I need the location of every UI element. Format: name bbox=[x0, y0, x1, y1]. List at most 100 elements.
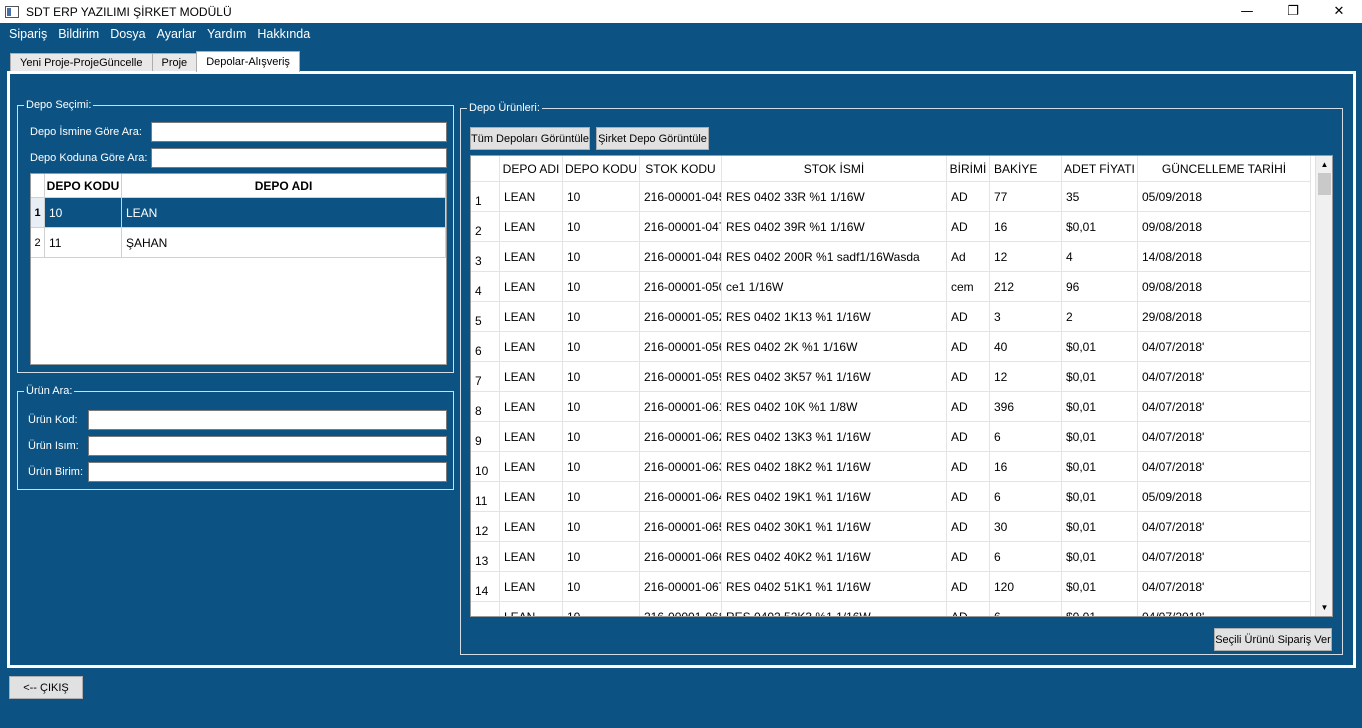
cell-stok-kodu[interactable]: 216-00001-048 bbox=[640, 242, 722, 272]
cell-depo-adi[interactable]: LEAN bbox=[500, 362, 563, 392]
menu-hakkinda[interactable]: Hakkında bbox=[252, 27, 315, 41]
depo-cell-ad[interactable]: ŞAHAN bbox=[122, 228, 446, 258]
row-index[interactable]: 15 bbox=[471, 602, 500, 616]
cell-adet-fiyati[interactable]: $0,01 bbox=[1062, 512, 1138, 542]
depo-grid-header-kod[interactable]: DEPO KODU bbox=[45, 174, 122, 198]
menu-ayarlar[interactable]: Ayarlar bbox=[152, 27, 201, 41]
cell-stok-ismi[interactable]: RES 0402 51K1 %1 1/16W bbox=[722, 572, 947, 602]
cell-stok-ismi[interactable]: RES 0402 33R %1 1/16W bbox=[722, 182, 947, 212]
header-stok-kodu[interactable]: STOK KODU bbox=[640, 156, 722, 182]
cell-birimi[interactable]: AD bbox=[947, 332, 990, 362]
cell-adet-fiyati[interactable]: $0,01 bbox=[1062, 542, 1138, 572]
cell-stok-ismi[interactable]: RES 0402 200R %1 sadf1/16Wasda bbox=[722, 242, 947, 272]
cell-depo-kodu[interactable]: 10 bbox=[563, 362, 640, 392]
cell-stok-kodu[interactable]: 216-00001-068 bbox=[640, 602, 722, 616]
cell-birimi[interactable]: AD bbox=[947, 302, 990, 332]
cell-adet-fiyati[interactable]: $0,01 bbox=[1062, 392, 1138, 422]
exit-button[interactable]: <-- ÇIKIŞ bbox=[9, 676, 83, 699]
cell-guncelleme-tarihi[interactable]: 04/07/2018' bbox=[1138, 452, 1311, 482]
cell-adet-fiyati[interactable]: $0,01 bbox=[1062, 602, 1138, 616]
cell-adet-fiyati[interactable]: $0,01 bbox=[1062, 422, 1138, 452]
cell-bakiye[interactable]: 6 bbox=[990, 602, 1062, 616]
menu-dosya[interactable]: Dosya bbox=[105, 27, 150, 41]
header-bakiye[interactable]: BAKİYE bbox=[990, 156, 1062, 182]
cell-stok-ismi[interactable]: RES 0402 30K1 %1 1/16W bbox=[722, 512, 947, 542]
cell-guncelleme-tarihi[interactable]: 05/09/2018 bbox=[1138, 482, 1311, 512]
tab-depolar-alisveris[interactable]: Depolar-Alışveriş bbox=[196, 51, 300, 72]
depo-cell-ad[interactable]: LEAN bbox=[122, 198, 446, 228]
product-row[interactable]: 7 LEAN 10 216-00001-059 RES 0402 3K57 %1 1/1… bbox=[471, 362, 1311, 392]
row-index[interactable]: 13 bbox=[471, 542, 500, 572]
cell-depo-kodu[interactable]: 10 bbox=[563, 182, 640, 212]
row-index[interactable]: 7 bbox=[471, 362, 500, 392]
row-index[interactable]: 6 bbox=[471, 332, 500, 362]
cell-birimi[interactable]: AD bbox=[947, 182, 990, 212]
cell-guncelleme-tarihi[interactable]: 04/07/2018' bbox=[1138, 542, 1311, 572]
depo-row-index[interactable]: 2 bbox=[31, 228, 45, 258]
cell-bakiye[interactable]: 16 bbox=[990, 212, 1062, 242]
cell-bakiye[interactable]: 40 bbox=[990, 332, 1062, 362]
cell-stok-kodu[interactable]: 216-00001-063 bbox=[640, 452, 722, 482]
scroll-thumb[interactable] bbox=[1318, 173, 1331, 195]
cell-guncelleme-tarihi[interactable]: 04/07/2018' bbox=[1138, 392, 1311, 422]
cell-adet-fiyati[interactable]: $0,01 bbox=[1062, 452, 1138, 482]
row-index[interactable]: 8 bbox=[471, 392, 500, 422]
cell-adet-fiyati[interactable]: $0,01 bbox=[1062, 572, 1138, 602]
cell-depo-kodu[interactable]: 10 bbox=[563, 542, 640, 572]
cell-birimi[interactable]: AD bbox=[947, 482, 990, 512]
cell-depo-kodu[interactable]: 10 bbox=[563, 452, 640, 482]
header-birimi[interactable]: BİRİMİ bbox=[947, 156, 990, 182]
cell-bakiye[interactable]: 6 bbox=[990, 542, 1062, 572]
depo-cell-kod[interactable]: 11 bbox=[45, 228, 122, 258]
cell-guncelleme-tarihi[interactable]: 09/08/2018 bbox=[1138, 212, 1311, 242]
cell-guncelleme-tarihi[interactable]: 04/07/2018' bbox=[1138, 422, 1311, 452]
product-row[interactable]: 13 LEAN 10 216-00001-066 RES 0402 40K2 %1 1/… bbox=[471, 542, 1311, 572]
cell-depo-adi[interactable]: LEAN bbox=[500, 212, 563, 242]
header-stok-ismi[interactable]: STOK İSMİ bbox=[722, 156, 947, 182]
cell-bakiye[interactable]: 12 bbox=[990, 362, 1062, 392]
cell-stok-ismi[interactable]: RES 0402 40K2 %1 1/16W bbox=[722, 542, 947, 572]
cell-depo-adi[interactable]: LEAN bbox=[500, 542, 563, 572]
cell-stok-ismi[interactable]: RES 0402 52K3 %1 1/16W bbox=[722, 602, 947, 616]
row-index[interactable]: 3 bbox=[471, 242, 500, 272]
cell-stok-ismi[interactable]: RES 0402 2K %1 1/16W bbox=[722, 332, 947, 362]
scroll-down-icon[interactable]: ▼ bbox=[1316, 599, 1332, 616]
cell-depo-adi[interactable]: LEAN bbox=[500, 392, 563, 422]
tab-proje[interactable]: Proje bbox=[151, 53, 198, 72]
depo-name-search-input[interactable] bbox=[151, 122, 447, 142]
menu-siparis[interactable]: Sipariş bbox=[4, 27, 52, 41]
depo-grid-row[interactable]: 1 10 LEAN bbox=[31, 198, 446, 228]
cell-guncelleme-tarihi[interactable]: 04/07/2018' bbox=[1138, 362, 1311, 392]
header-adet-fiyati[interactable]: ADET FİYATI bbox=[1062, 156, 1138, 182]
header-depo-kodu[interactable]: DEPO KODU bbox=[563, 156, 640, 182]
cell-adet-fiyati[interactable]: $0,01 bbox=[1062, 212, 1138, 242]
cell-depo-kodu[interactable]: 10 bbox=[563, 602, 640, 616]
cell-adet-fiyati[interactable]: 96 bbox=[1062, 272, 1138, 302]
row-index[interactable]: 1 bbox=[471, 182, 500, 212]
cell-stok-kodu[interactable]: 216-00001-045 bbox=[640, 182, 722, 212]
cell-bakiye[interactable]: 120 bbox=[990, 572, 1062, 602]
cell-guncelleme-tarihi[interactable]: 29/08/2018 bbox=[1138, 302, 1311, 332]
cell-stok-ismi[interactable]: RES 0402 13K3 %1 1/16W bbox=[722, 422, 947, 452]
cell-stok-kodu[interactable]: 216-00001-052 bbox=[640, 302, 722, 332]
cell-guncelleme-tarihi[interactable]: 09/08/2018 bbox=[1138, 272, 1311, 302]
urun-kod-input[interactable] bbox=[88, 410, 447, 430]
header-depo-adi[interactable]: DEPO ADI bbox=[500, 156, 563, 182]
menu-yardim[interactable]: Yardım bbox=[202, 27, 251, 41]
cell-depo-adi[interactable]: LEAN bbox=[500, 572, 563, 602]
cell-depo-kodu[interactable]: 10 bbox=[563, 392, 640, 422]
cell-depo-adi[interactable]: LEAN bbox=[500, 332, 563, 362]
cell-bakiye[interactable]: 16 bbox=[990, 452, 1062, 482]
cell-birimi[interactable]: AD bbox=[947, 572, 990, 602]
cell-stok-ismi[interactable]: RES 0402 1K13 %1 1/16W bbox=[722, 302, 947, 332]
cell-stok-kodu[interactable]: 216-00001-066 bbox=[640, 542, 722, 572]
row-index[interactable]: 5 bbox=[471, 302, 500, 332]
urun-birim-input[interactable] bbox=[88, 462, 447, 482]
cell-stok-kodu[interactable]: 216-00001-056 bbox=[640, 332, 722, 362]
cell-birimi[interactable]: AD bbox=[947, 362, 990, 392]
cell-depo-adi[interactable]: LEAN bbox=[500, 272, 563, 302]
menu-bildirim[interactable]: Bildirim bbox=[53, 27, 104, 41]
cell-stok-ismi[interactable]: ce1 1/16W bbox=[722, 272, 947, 302]
cell-guncelleme-tarihi[interactable]: 05/09/2018 bbox=[1138, 182, 1311, 212]
cell-depo-adi[interactable]: LEAN bbox=[500, 182, 563, 212]
